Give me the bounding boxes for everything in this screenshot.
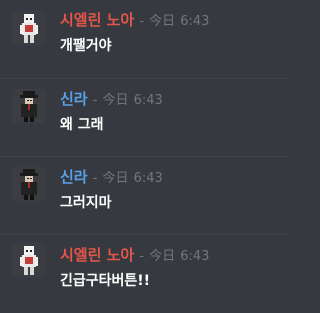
- message-header: 신라 - 今日 6:43: [60, 167, 163, 189]
- separator: -: [139, 14, 145, 29]
- timestamp-day: 今日: [149, 14, 176, 29]
- author-name[interactable]: 시엘린 노아: [60, 246, 134, 264]
- author-name[interactable]: 신라: [60, 168, 88, 186]
- message-header: 신라 - 今日 6:43: [60, 89, 163, 111]
- message-text: 긴급구타버튼!!: [60, 273, 151, 289]
- message: 시엘린 노아 - 今日 6:43 개팰거야: [0, 0, 289, 78]
- message: 신라 - 今日 6:43 그러지마: [0, 156, 289, 234]
- message-text: 개팰거야: [60, 38, 112, 54]
- author-name[interactable]: 신라: [60, 90, 88, 108]
- timestamp-time: 6:43: [180, 14, 210, 29]
- white-haired-character-avatar[interactable]: [12, 243, 46, 277]
- timestamp-time: 6:43: [180, 249, 210, 264]
- timestamp-time: 6:43: [133, 93, 163, 108]
- message-text: 왜 그래: [60, 117, 104, 133]
- message-text: 그러지마: [60, 195, 112, 211]
- separator: -: [92, 171, 98, 186]
- chat-log: 시엘린 노아 - 今日 6:43 개팰거야 신라 - 今日 6:43 왜 그래: [0, 0, 289, 313]
- message-header: 시엘린 노아 - 今日 6:43: [60, 245, 209, 267]
- author-name[interactable]: 시엘린 노아: [60, 11, 134, 29]
- separator: -: [92, 93, 98, 108]
- message: 시엘린 노아 - 今日 6:43 긴급구타버튼!!: [0, 234, 289, 312]
- timestamp-time: 6:43: [133, 171, 163, 186]
- dark-cloaked-character-avatar[interactable]: [12, 167, 46, 201]
- message: 신라 - 今日 6:43 왜 그래: [0, 78, 289, 156]
- timestamp-day: 今日: [149, 249, 176, 264]
- timestamp-day: 今日: [102, 171, 129, 186]
- separator: -: [139, 249, 145, 264]
- message-header: 시엘린 노아 - 今日 6:43: [60, 10, 209, 32]
- timestamp-day: 今日: [102, 93, 129, 108]
- white-haired-character-avatar[interactable]: [12, 11, 46, 45]
- dark-cloaked-character-avatar[interactable]: [12, 89, 46, 123]
